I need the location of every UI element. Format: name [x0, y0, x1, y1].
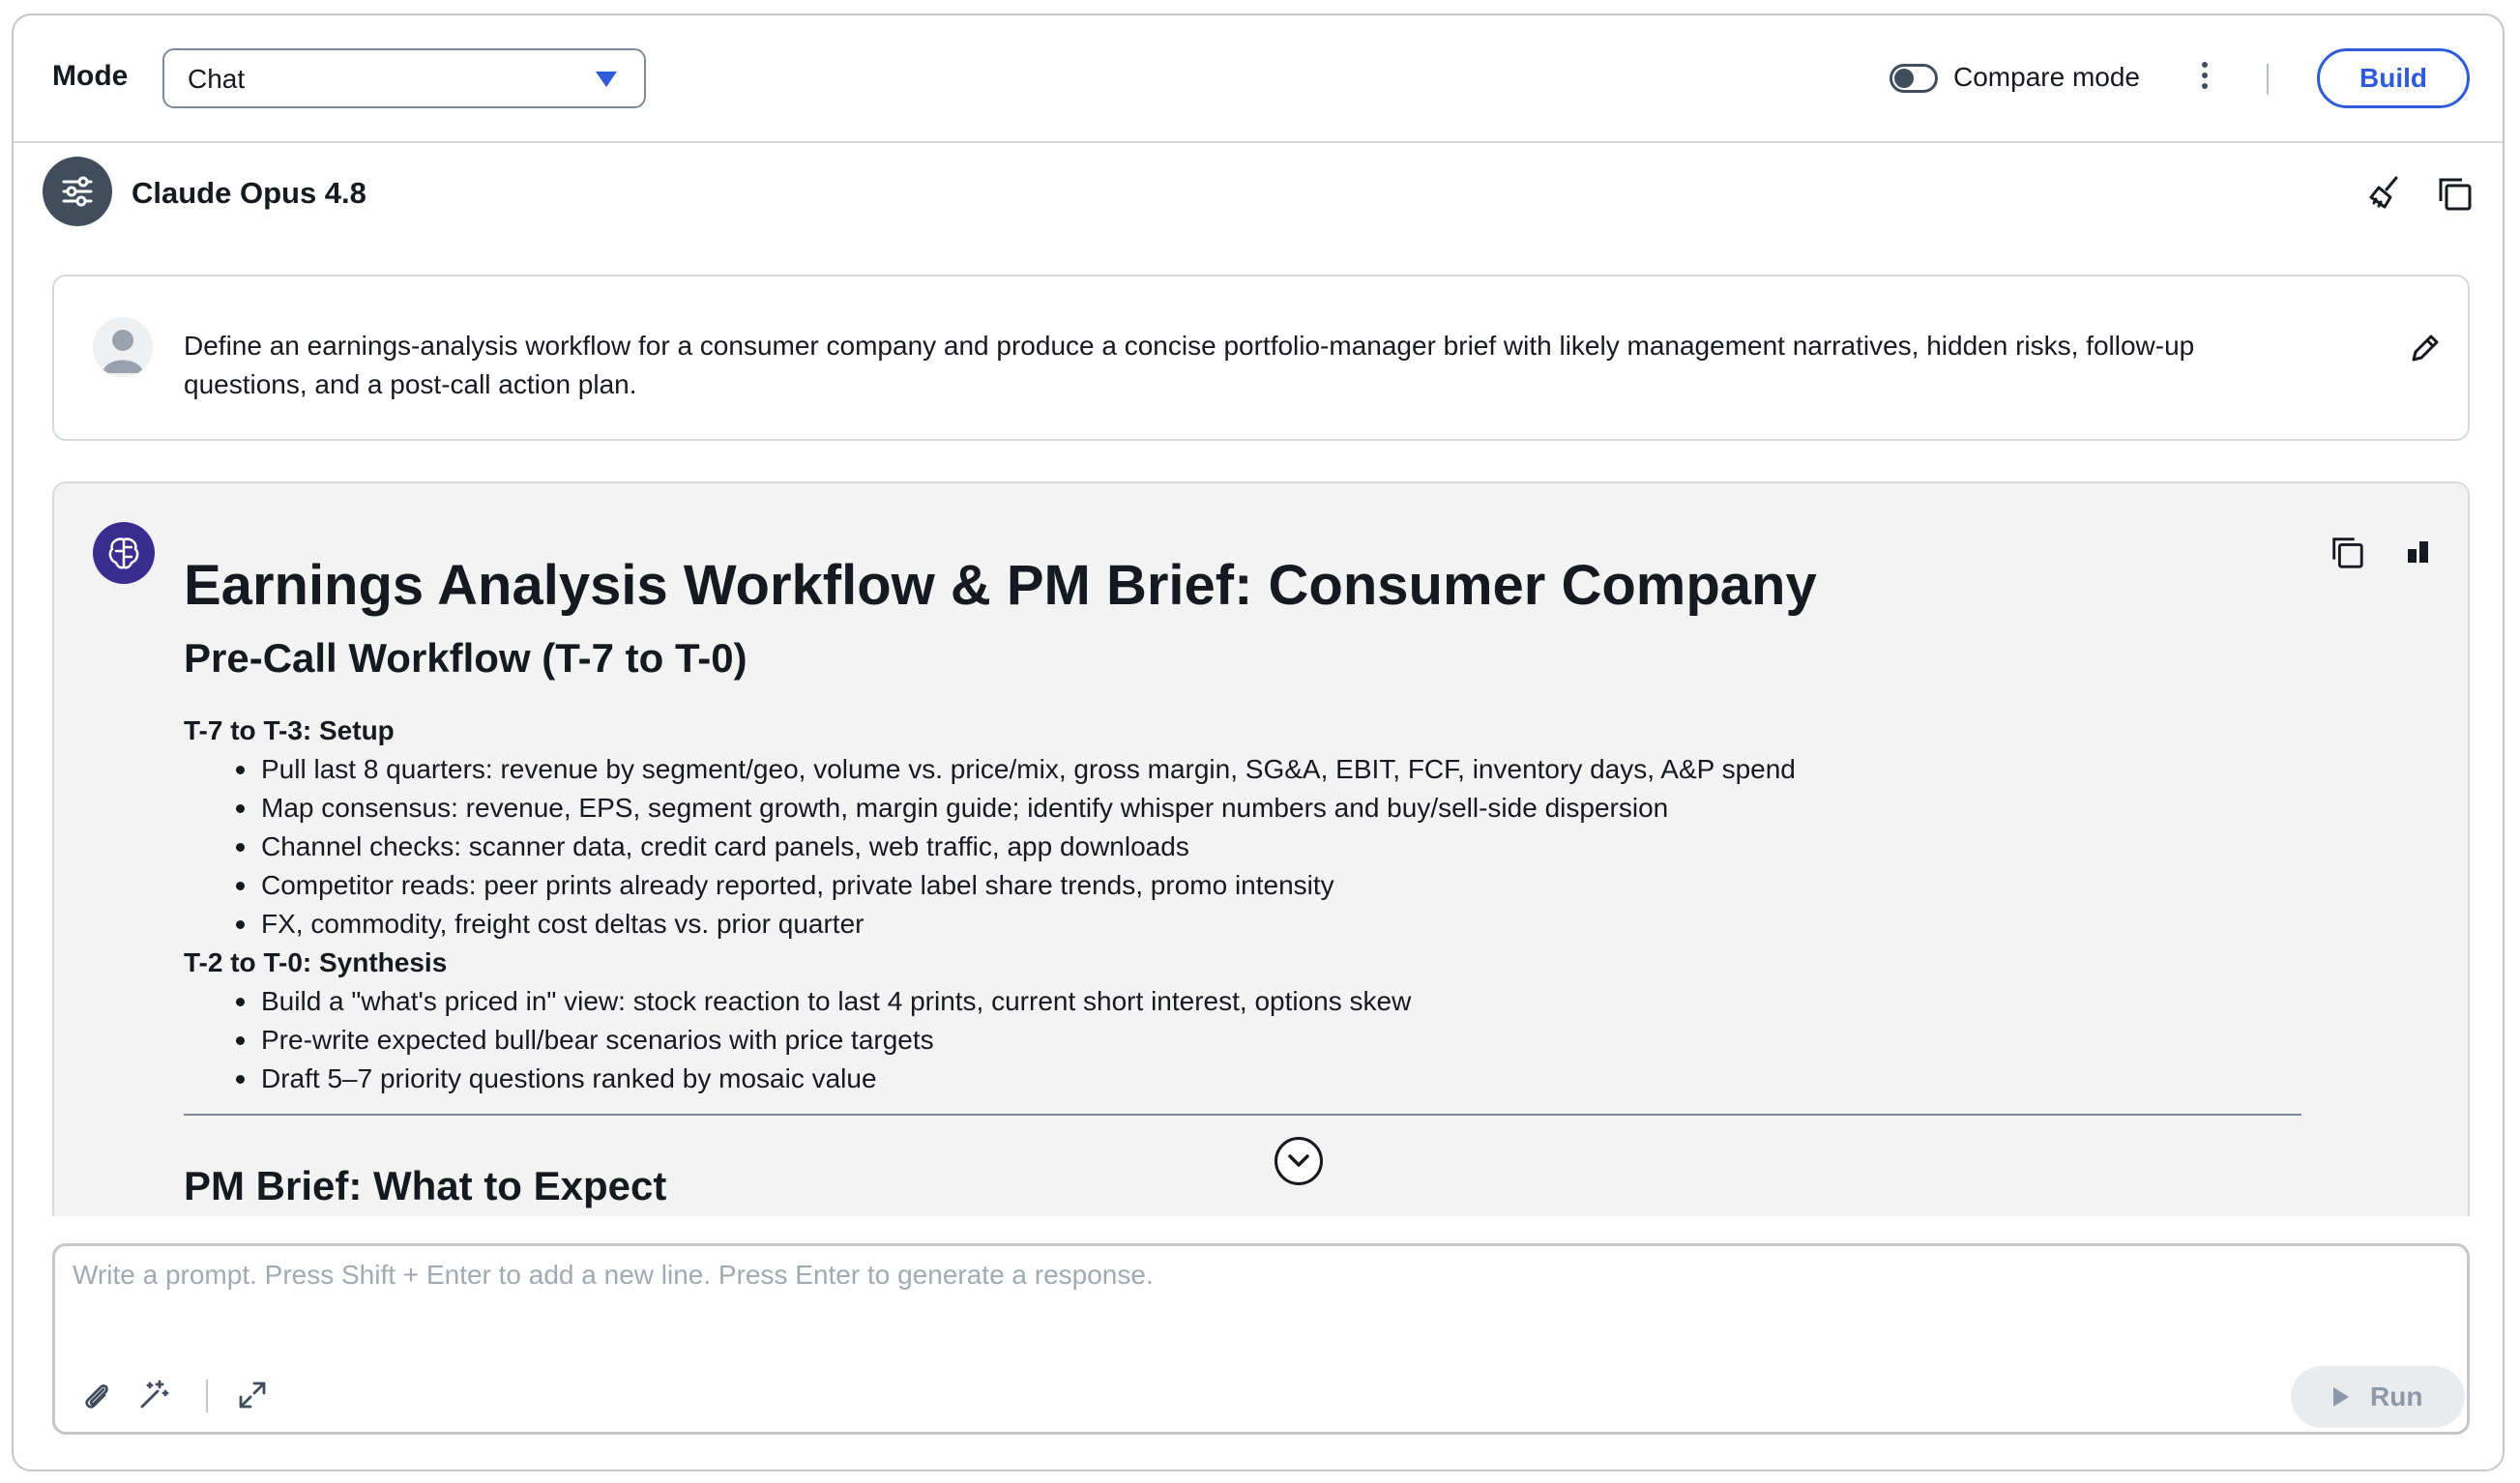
model-settings-button[interactable]: [43, 157, 112, 226]
attach-icon[interactable]: [80, 1380, 113, 1417]
caret-down-icon: [596, 72, 617, 87]
prompt-input[interactable]: [71, 1258, 2395, 1320]
section-list: Pull last 8 quarters: revenue by segment…: [184, 750, 2311, 944]
build-button[interactable]: Build: [2317, 48, 2470, 108]
prompt-box: Run: [52, 1243, 2470, 1435]
sliders-icon: [62, 176, 93, 207]
list-item: Build a "what's priced in" view: stock r…: [236, 982, 2311, 1021]
list-item: FX, commodity, freight cost deltas vs. p…: [236, 905, 2311, 944]
magic-wand-icon[interactable]: [136, 1378, 171, 1417]
list-item: Draft 5–7 priority questions ranked by m…: [236, 1060, 2311, 1098]
assistant-message-card: Earnings Analysis Workflow & PM Brief: C…: [52, 481, 2470, 1216]
compare-mode-toggle[interactable]: [1890, 64, 1938, 93]
top-toolbar: Mode Chat Compare mode Build: [14, 15, 2503, 143]
play-icon: [2333, 1387, 2349, 1407]
list-item: Competitor reads: peer prints already re…: [236, 866, 2311, 905]
user-avatar: [93, 317, 153, 377]
section-heading: T-7 to T-3: Setup: [184, 715, 395, 745]
response-subtitle: Pre-Call Workflow (T-7 to T-0): [184, 635, 747, 681]
metrics-icon[interactable]: [2404, 536, 2433, 569]
ai-avatar: [93, 522, 155, 584]
list-item: Pre-write expected bull/bear scenarios w…: [236, 1021, 2311, 1060]
chevron-down-icon: [1288, 1154, 1309, 1167]
list-item: Pull last 8 quarters: revenue by segment…: [236, 750, 2311, 789]
run-button[interactable]: Run: [2291, 1366, 2465, 1428]
list-item: Map consensus: revenue, EPS, segment gro…: [236, 789, 2311, 828]
user-message-card: Define an earnings-analysis workflow for…: [52, 275, 2470, 441]
more-options-icon[interactable]: [2193, 58, 2216, 97]
copy-response-icon[interactable]: [2329, 534, 2365, 575]
mode-select[interactable]: Chat: [162, 48, 646, 108]
app-frame: Mode Chat Compare mode Build Claude Opus…: [12, 14, 2505, 1471]
mode-label: Mode: [52, 60, 129, 92]
clear-chat-icon[interactable]: [2365, 174, 2404, 218]
compare-mode-label: Compare mode: [1953, 62, 2140, 92]
section-list: Build a "what's priced in" view: stock r…: [184, 982, 2311, 1098]
response-title: Earnings Analysis Workflow & PM Brief: C…: [184, 554, 1817, 617]
list-item: Channel checks: scanner data, credit car…: [236, 828, 2311, 866]
prompt-divider: [206, 1380, 208, 1412]
expand-icon[interactable]: [235, 1378, 270, 1417]
user-message-text: Define an earnings-analysis workflow for…: [184, 331, 2195, 399]
toolbar-divider: [2267, 64, 2269, 95]
model-name: Claude Opus 4.8: [132, 176, 366, 210]
section-divider: [184, 1114, 2301, 1116]
toggle-knob: [1894, 69, 1914, 88]
scroll-down-button[interactable]: [1275, 1137, 1323, 1185]
run-button-label: Run: [2370, 1381, 2423, 1411]
copy-icon[interactable]: [2435, 174, 2474, 218]
edit-icon[interactable]: [2408, 331, 2443, 370]
brain-icon: [108, 538, 139, 569]
mode-select-value: Chat: [188, 64, 246, 94]
response-body: Earnings Analysis Workflow & PM Brief: C…: [184, 549, 2311, 1116]
section-heading: T-2 to T-0: Synthesis: [184, 947, 448, 977]
next-section-heading: PM Brief: What to Expect: [184, 1163, 667, 1208]
